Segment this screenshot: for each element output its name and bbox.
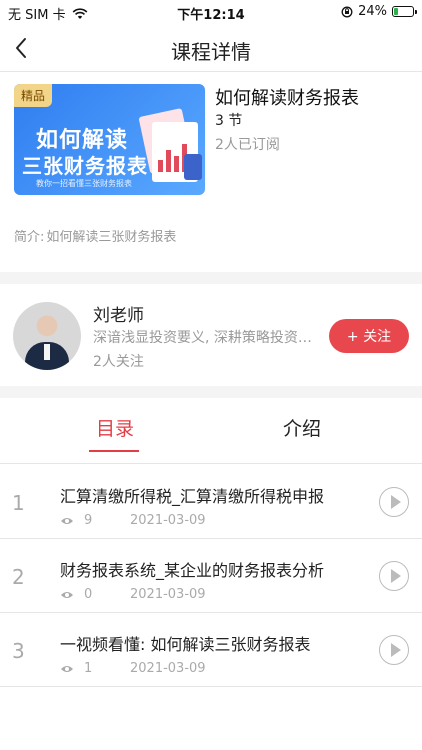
course-cover[interactable]: 精品 如何解读 三张财务报表 教你一招看懂三张财务报表 <box>14 84 205 195</box>
follow-button[interactable]: + 关注 <box>329 319 409 353</box>
lesson-date: 2021-03-09 <box>130 661 206 676</box>
section-divider <box>0 386 422 398</box>
eye-icon <box>61 517 73 524</box>
premium-badge: 精品 <box>14 84 53 107</box>
lesson-title: 一视频看懂: 如何解读三张财务报表 <box>60 635 311 654</box>
lesson-meta: 9 2021-03-09 <box>60 513 206 528</box>
lesson-title: 财务报表系统_某企业的财务报表分析 <box>60 561 325 580</box>
cover-chart-icon <box>158 142 187 172</box>
lesson-index: 1 <box>12 491 25 515</box>
battery-percent: 24% <box>358 4 387 19</box>
page-title: 课程详情 <box>171 40 251 64</box>
tab-bar: 目录 介绍 <box>0 398 422 464</box>
lesson-views: 1 <box>84 661 93 676</box>
lesson-index: 2 <box>12 565 25 589</box>
course-intro: 简介: 如何解读三张财务报表 <box>14 226 176 245</box>
cover-calculator-icon <box>184 154 202 180</box>
play-icon[interactable] <box>379 635 409 665</box>
eye-icon <box>61 665 73 672</box>
lesson-index: 3 <box>12 639 25 663</box>
teacher-description: 深谙浅显投资要义, 深耕策略投资与价值投资 <box>93 330 319 346</box>
status-bar: 无 SIM 卡 下午12:14 24% <box>0 0 422 24</box>
lesson-row[interactable]: 3 一视频看懂: 如何解读三张财务报表 1 2021-03-09 <box>0 613 422 687</box>
intro-label: 简介: <box>14 230 45 245</box>
subscriber-count: 2人已订阅 <box>215 137 280 153</box>
eye-icon <box>61 591 73 598</box>
cover-title-line2: 三张财务报表 <box>22 154 148 178</box>
active-tab-indicator <box>89 450 139 452</box>
section-divider <box>0 272 422 284</box>
lesson-meta: 1 2021-03-09 <box>60 661 206 676</box>
play-icon[interactable] <box>379 487 409 517</box>
nav-bar: 课程详情 <box>0 24 422 72</box>
teacher-name: 刘老师 <box>93 306 144 326</box>
rotation-lock-icon <box>341 6 353 17</box>
tab-intro[interactable]: 介绍 <box>283 414 321 441</box>
lesson-date: 2021-03-09 <box>130 587 206 602</box>
course-info: 精品 如何解读 三张财务报表 教你一招看懂三张财务报表 如何解读财务报表 3 节… <box>0 72 422 272</box>
play-icon[interactable] <box>379 561 409 591</box>
course-title: 如何解读财务报表 <box>215 88 359 109</box>
status-right: 24% <box>341 4 417 19</box>
lesson-count: 3 节 <box>215 113 243 129</box>
battery-fill <box>394 8 399 15</box>
lesson-date: 2021-03-09 <box>130 513 206 528</box>
lesson-views: 0 <box>84 587 93 602</box>
lesson-meta: 0 2021-03-09 <box>60 587 206 602</box>
tab-catalog[interactable]: 目录 <box>96 414 134 441</box>
lesson-row[interactable]: 2 财务报表系统_某企业的财务报表分析 0 2021-03-09 <box>0 539 422 613</box>
teacher-followers: 2人关注 <box>93 354 144 370</box>
lesson-title: 汇算清缴所得税_汇算清缴所得税申报 <box>60 487 325 506</box>
teacher-avatar[interactable] <box>13 302 81 370</box>
lesson-row[interactable]: 1 汇算清缴所得税_汇算清缴所得税申报 9 2021-03-09 <box>0 465 422 539</box>
intro-text: 如何解读三张财务报表 <box>46 230 177 245</box>
lesson-views: 9 <box>84 513 93 528</box>
cover-subtitle: 教你一招看懂三张财务报表 <box>36 179 132 188</box>
battery-icon <box>392 6 417 17</box>
teacher-card[interactable]: 刘老师 深谙浅显投资要义, 深耕策略投资与价值投资 2人关注 + 关注 <box>0 284 422 386</box>
